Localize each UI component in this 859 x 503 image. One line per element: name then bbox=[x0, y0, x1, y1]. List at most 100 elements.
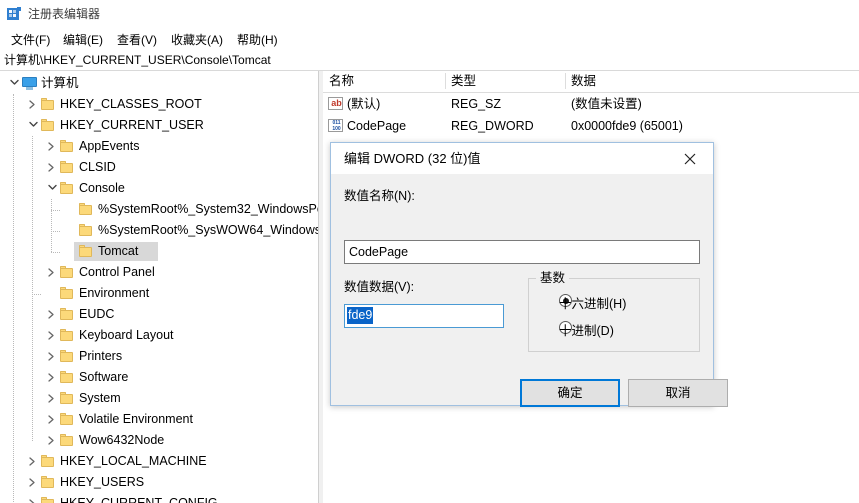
tree-item-14[interactable]: Software bbox=[0, 367, 318, 388]
tree-item-label: HKEY_LOCAL_MACHINE bbox=[60, 454, 207, 468]
tree-item-label: Printers bbox=[79, 349, 123, 363]
value-data-selection: fde9 bbox=[347, 307, 374, 324]
chevron-down-icon[interactable] bbox=[6, 73, 22, 94]
chevron-right-icon[interactable] bbox=[25, 472, 41, 493]
folder-icon bbox=[41, 119, 54, 131]
reg-dword-icon: 011 100 bbox=[328, 119, 343, 132]
value-name: (默认) bbox=[347, 97, 381, 111]
chevron-right-icon[interactable] bbox=[44, 388, 60, 409]
value-row[interactable]: 011 100 CodePage REG_DWORD 0x0000fde9 (65001… bbox=[323, 115, 859, 137]
dialog-titlebar: 编辑 DWORD (32 位)值 bbox=[331, 143, 713, 174]
chevron-right-icon[interactable] bbox=[44, 136, 60, 157]
window-titlebar: 注册表编辑器 bbox=[0, 0, 859, 28]
tree-item-10[interactable]: Environment bbox=[0, 283, 318, 304]
dialog-title: 编辑 DWORD (32 位)值 bbox=[344, 151, 481, 166]
tree-item-2[interactable]: HKEY_CURRENT_USER bbox=[0, 115, 318, 136]
value-data-label: 数值数据(V): bbox=[344, 280, 415, 294]
chevron-right-icon[interactable] bbox=[44, 409, 60, 430]
menu-item-2[interactable]: 查看(V) bbox=[114, 31, 160, 49]
window-title: 注册表编辑器 bbox=[28, 7, 101, 21]
tree-item-label: %SystemRoot%_System32_WindowsPowerShell bbox=[98, 202, 318, 216]
folder-icon bbox=[79, 245, 92, 257]
tree-item-4[interactable]: CLSID bbox=[0, 157, 318, 178]
value-type: REG_SZ bbox=[451, 97, 502, 111]
chevron-right-icon[interactable] bbox=[44, 304, 60, 325]
menu-item-0[interactable]: 文件(F) bbox=[8, 31, 53, 49]
tree-connector bbox=[13, 94, 15, 503]
registry-path: 计算机\HKEY_CURRENT_USER\Console\Tomcat bbox=[4, 53, 271, 67]
chevron-right-icon[interactable] bbox=[44, 346, 60, 367]
tree-item-17[interactable]: Wow6432Node bbox=[0, 430, 318, 451]
folder-icon bbox=[60, 140, 73, 152]
tree-item-11[interactable]: EUDC bbox=[0, 304, 318, 325]
column-divider[interactable] bbox=[565, 73, 566, 89]
value-name-input[interactable] bbox=[344, 240, 700, 264]
value-name: CodePage bbox=[347, 119, 407, 133]
folder-icon bbox=[60, 392, 73, 404]
tree-item-label: Console bbox=[79, 181, 125, 195]
chevron-right-icon[interactable] bbox=[44, 430, 60, 451]
chevron-right-icon[interactable] bbox=[44, 262, 60, 283]
tree-connector bbox=[32, 136, 34, 441]
tree-item-12[interactable]: Keyboard Layout bbox=[0, 325, 318, 346]
folder-icon bbox=[60, 266, 73, 278]
value-data: (数值未设置) bbox=[571, 97, 642, 111]
tree-connector bbox=[51, 199, 53, 252]
folder-icon bbox=[60, 287, 73, 299]
menu-item-3[interactable]: 收藏夹(A) bbox=[168, 31, 226, 49]
chevron-right-icon[interactable] bbox=[25, 451, 41, 472]
tree-item-5[interactable]: Console bbox=[0, 178, 318, 199]
list-column-header[interactable]: 名称 类型 数据 bbox=[323, 71, 859, 93]
tree-item-label: Tomcat bbox=[98, 244, 139, 258]
menu-item-1[interactable]: 编辑(E) bbox=[60, 31, 106, 49]
address-bar[interactable]: 计算机\HKEY_CURRENT_USER\Console\Tomcat bbox=[0, 50, 859, 71]
tree-item-1[interactable]: HKEY_CLASSES_ROOT bbox=[0, 94, 318, 115]
tree-item-16[interactable]: Volatile Environment bbox=[0, 409, 318, 430]
tree-item-3[interactable]: AppEvents bbox=[0, 136, 318, 157]
ok-button[interactable]: 确定 bbox=[520, 379, 620, 407]
tree-item-9[interactable]: Control Panel bbox=[0, 262, 318, 283]
reg-sz-icon: ab bbox=[328, 97, 343, 110]
value-type: REG_DWORD bbox=[451, 119, 534, 133]
tree-item-15[interactable]: System bbox=[0, 388, 318, 409]
tree-item-label: HKEY_CURRENT_CONFIG bbox=[60, 496, 218, 503]
chevron-right-icon[interactable] bbox=[44, 325, 60, 346]
chevron-right-icon[interactable] bbox=[25, 493, 41, 503]
registry-editor-icon bbox=[6, 6, 22, 22]
tree-item-6[interactable]: %SystemRoot%_System32_WindowsPowerShell bbox=[0, 199, 318, 220]
column-header-0[interactable]: 名称 bbox=[323, 71, 445, 91]
tree-item-label: Control Panel bbox=[79, 265, 155, 279]
folder-icon bbox=[60, 308, 73, 320]
folder-icon bbox=[41, 497, 54, 503]
close-icon[interactable] bbox=[668, 143, 713, 173]
tree-item-8[interactable]: Tomcat bbox=[0, 241, 318, 262]
value-row[interactable]: ab (默认) REG_SZ (数值未设置) bbox=[323, 93, 859, 115]
tree-item-19[interactable]: HKEY_USERS bbox=[0, 472, 318, 493]
menu-item-4[interactable]: 帮助(H) bbox=[234, 31, 281, 49]
tree-item-7[interactable]: %SystemRoot%_SysWOW64_WindowsPowerShell bbox=[0, 220, 318, 241]
folder-icon bbox=[60, 182, 73, 194]
tree-item-label: Keyboard Layout bbox=[79, 328, 174, 342]
chevron-down-icon[interactable] bbox=[44, 178, 60, 199]
tree-item-13[interactable]: Printers bbox=[0, 346, 318, 367]
chevron-right-icon[interactable] bbox=[44, 367, 60, 388]
tree-item-20[interactable]: HKEY_CURRENT_CONFIG bbox=[0, 493, 318, 503]
tree-item-label: AppEvents bbox=[79, 139, 140, 153]
chevron-right-icon[interactable] bbox=[44, 157, 60, 178]
folder-icon bbox=[41, 476, 54, 488]
column-header-2[interactable]: 数据 bbox=[565, 71, 859, 91]
tree-connector bbox=[51, 251, 60, 254]
value-data: 0x0000fde9 (65001) bbox=[571, 119, 683, 133]
registry-tree-pane[interactable]: 计算机 HKEY_CLASSES_ROOT HKEY_CURRENT_USER App… bbox=[0, 71, 319, 503]
chevron-right-icon[interactable] bbox=[25, 94, 41, 115]
chevron-down-icon[interactable] bbox=[25, 115, 41, 136]
radio-decimal-label: 十进制(D) bbox=[559, 324, 614, 338]
menu-bar: 文件(F) 编辑(E) 查看(V) 收藏夹(A) 帮助(H) bbox=[0, 28, 859, 50]
folder-icon bbox=[60, 413, 73, 425]
column-divider[interactable] bbox=[445, 73, 446, 89]
tree-item-0[interactable]: 计算机 bbox=[0, 73, 318, 94]
tree-item-18[interactable]: HKEY_LOCAL_MACHINE bbox=[0, 451, 318, 472]
column-header-1[interactable]: 类型 bbox=[445, 71, 565, 91]
tree-item-label: Wow6432Node bbox=[79, 433, 165, 447]
cancel-button[interactable]: 取消 bbox=[628, 379, 728, 407]
